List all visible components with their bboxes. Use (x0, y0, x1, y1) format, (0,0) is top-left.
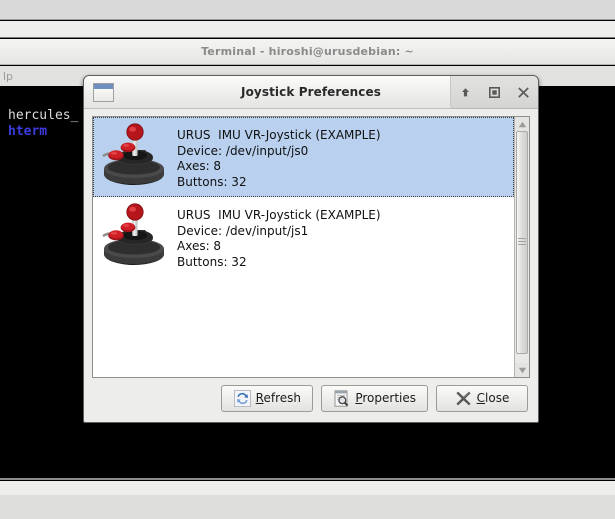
scrollbar-track[interactable] (515, 131, 529, 363)
properties-label-rest: roperties (362, 391, 416, 405)
window-controls (450, 76, 538, 109)
terminal-title: Terminal - hiroshi@urusdebian: ~ (201, 45, 414, 58)
joystick-icon (99, 202, 169, 268)
terminal-titlebar[interactable]: Terminal - hiroshi@urusdebian: ~ (0, 39, 615, 65)
secondary-panel-strip (0, 21, 615, 38)
properties-button[interactable]: Properties (321, 384, 428, 412)
device-path: Device: /dev/input/js0 (177, 143, 309, 158)
maximize-button[interactable] (483, 80, 507, 104)
close-x-icon (517, 86, 530, 99)
list-item[interactable]: URUS IMU VR-Joystick (EXAMPLE) Device: /… (93, 197, 514, 277)
maximize-square-icon (488, 86, 501, 99)
joystick-preferences-dialog: Joystick Preferences URUS IMU VR-Joystic… (83, 75, 539, 423)
bottom-panel-strip (0, 481, 615, 495)
dialog-titlebar[interactable]: Joystick Preferences (84, 76, 538, 109)
dialog-content: URUS IMU VR-Joystick (EXAMPLE) Device: /… (84, 109, 538, 378)
scrollbar-grip-icon (518, 237, 526, 247)
close-button-label: Close (477, 391, 510, 405)
device-name: URUS IMU VR-Joystick (EXAMPLE) (177, 208, 381, 222)
properties-button-label: Properties (355, 391, 416, 405)
close-label-rest: lose (485, 391, 510, 405)
refresh-button[interactable]: Refresh (221, 384, 314, 412)
close-mnemonic: C (476, 391, 486, 405)
taskbar-strip (0, 495, 615, 519)
device-buttons: Buttons: 32 (177, 254, 247, 269)
device-info: URUS IMU VR-Joystick (EXAMPLE) Device: /… (177, 202, 508, 270)
device-axes: Axes: 8 (177, 159, 222, 173)
device-path: Device: /dev/input/js1 (177, 223, 309, 238)
device-list-frame: URUS IMU VR-Joystick (EXAMPLE) Device: /… (92, 116, 530, 378)
list-item[interactable]: URUS IMU VR-Joystick (EXAMPLE) Device: /… (93, 117, 514, 197)
scroll-down-arrow-icon[interactable] (515, 363, 529, 377)
shade-button[interactable] (454, 80, 478, 104)
scroll-up-arrow-icon[interactable] (515, 117, 529, 131)
close-x-icon (455, 390, 472, 407)
terminal-menu-item-help[interactable]: lp (3, 70, 13, 83)
device-buttons: Buttons: 32 (177, 174, 247, 189)
device-list-scrollbar[interactable] (514, 117, 529, 377)
close-button[interactable] (512, 80, 536, 104)
device-list[interactable]: URUS IMU VR-Joystick (EXAMPLE) Device: /… (93, 117, 514, 377)
close-dialog-button[interactable]: Close (436, 384, 528, 412)
bottom-divider (0, 478, 615, 480)
up-arrow-icon (459, 86, 472, 99)
window-icon (93, 83, 114, 102)
top-panel-strip (0, 0, 615, 20)
properties-icon (333, 389, 350, 407)
joystick-icon (99, 122, 169, 188)
device-info: URUS IMU VR-Joystick (EXAMPLE) Device: /… (177, 122, 508, 190)
refresh-label-rest: efresh (263, 391, 302, 405)
device-axes: Axes: 8 (177, 239, 222, 253)
dialog-footer: Refresh Properties Close (84, 378, 538, 422)
scrollbar-thumb[interactable] (516, 131, 528, 354)
device-name: URUS IMU VR-Joystick (EXAMPLE) (177, 128, 381, 142)
refresh-button-label: Refresh (256, 391, 301, 405)
refresh-icon (233, 389, 251, 407)
